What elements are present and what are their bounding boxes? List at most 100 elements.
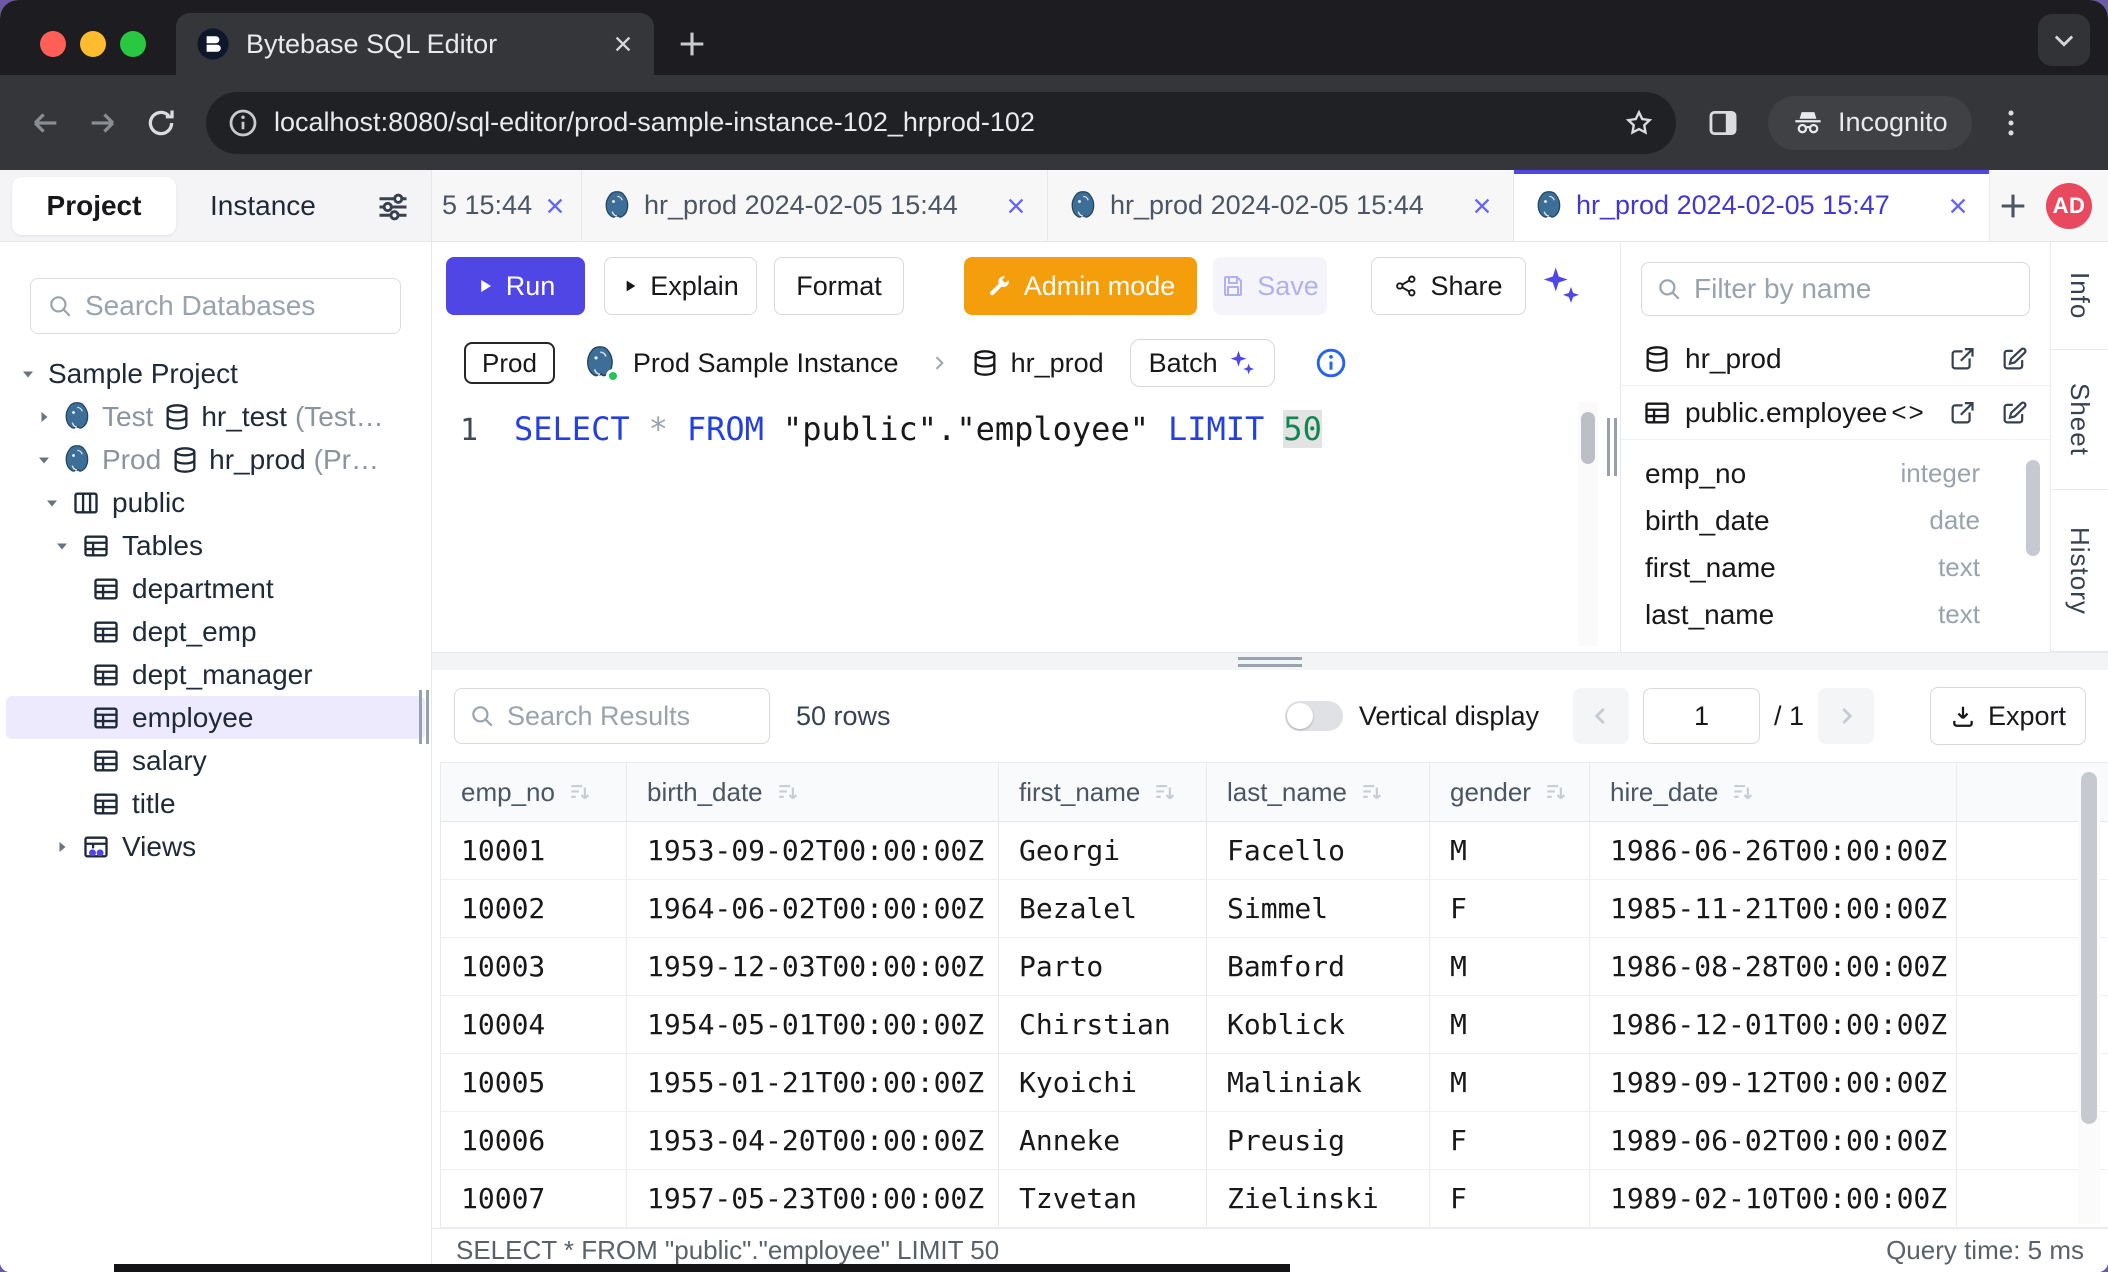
open-external-icon[interactable] <box>1948 345 1976 373</box>
close-tab-icon[interactable] <box>1471 195 1493 217</box>
tab-project[interactable]: Project <box>12 177 176 235</box>
sql-code-editor[interactable]: 1 SELECT*FROM"public"."employee"LIMIT50 <box>432 396 1604 652</box>
results-resize-handle[interactable] <box>1238 657 1302 671</box>
batch-button[interactable]: Batch <box>1130 339 1275 387</box>
side-panel-icon[interactable] <box>1706 106 1740 140</box>
tree-item-table-dept-manager[interactable]: dept_manager <box>0 653 431 696</box>
open-external-icon[interactable] <box>1948 399 1976 427</box>
zoom-window-button[interactable] <box>120 31 146 57</box>
editor-tab-3[interactable]: hr_prod 2024-02-05 15:44 <box>1048 170 1514 241</box>
tree-item-db-hr-prod[interactable]: Prod hr_prod (Pr… <box>0 438 431 481</box>
table-row-header[interactable]: public.employee <> <box>1621 386 2050 440</box>
table-cell[interactable]: Facello <box>1207 822 1430 879</box>
table-cell[interactable]: 10004 <box>441 996 627 1053</box>
tree-item-table-title[interactable]: title <box>0 782 431 825</box>
database-name[interactable]: hr_prod <box>1011 348 1104 379</box>
tab-search-button[interactable] <box>2038 14 2090 66</box>
tree-item-table-salary[interactable]: salary <box>0 739 431 782</box>
column-item[interactable]: first_name text <box>1621 544 2050 591</box>
table-cell[interactable]: 1953-09-02T00:00:00Z <box>627 822 999 879</box>
site-info-icon[interactable] <box>228 108 258 138</box>
table-cell[interactable]: F <box>1430 1170 1590 1227</box>
sort-icon[interactable] <box>1543 779 1569 805</box>
run-button[interactable]: Run <box>446 257 585 315</box>
table-cell[interactable]: 10003 <box>441 938 627 995</box>
table-cell[interactable]: M <box>1430 938 1590 995</box>
table-cell[interactable]: 10006 <box>441 1112 627 1169</box>
table-cell[interactable]: Anneke <box>999 1112 1207 1169</box>
editor-tab-2[interactable]: hr_prod 2024-02-05 15:44 <box>582 170 1048 241</box>
panel-resize-handle[interactable] <box>1607 418 1617 476</box>
table-cell[interactable]: 1986-12-01T00:00:00Z <box>1590 996 1957 1053</box>
column-header-first-name[interactable]: first_name <box>999 763 1207 821</box>
editor-tab-1[interactable]: 5 15:44 <box>432 170 582 241</box>
table-cell[interactable]: Bamford <box>1207 938 1430 995</box>
tree-item-table-employee-selected[interactable]: employee <box>6 696 425 739</box>
new-tab-button[interactable] <box>668 20 716 68</box>
table-cell[interactable]: Koblick <box>1207 996 1430 1053</box>
editor-tab-4-active[interactable]: hr_prod 2024-02-05 15:47 <box>1514 170 1990 241</box>
table-cell[interactable]: 1953-04-20T00:00:00Z <box>627 1112 999 1169</box>
table-cell[interactable]: 1964-06-02T00:00:00Z <box>627 880 999 937</box>
bookmark-star-icon[interactable] <box>1624 108 1654 138</box>
panel-resize-divider[interactable] <box>1604 242 1620 652</box>
close-window-button[interactable] <box>40 31 66 57</box>
column-header-birth-date[interactable]: birth_date <box>627 763 999 821</box>
column-item[interactable]: last_name text <box>1621 591 2050 638</box>
results-resize-divider[interactable] <box>432 652 2108 670</box>
table-cell[interactable]: 1985-11-21T00:00:00Z <box>1590 880 1957 937</box>
table-cell[interactable]: Kyoichi <box>999 1054 1207 1111</box>
explain-button[interactable]: Explain <box>604 257 757 315</box>
table-cell[interactable]: M <box>1430 822 1590 879</box>
table-cell[interactable]: 10001 <box>441 822 627 879</box>
browser-menu-icon[interactable] <box>1994 106 2028 140</box>
caret-down-icon[interactable] <box>20 366 36 382</box>
previous-page-button[interactable] <box>1573 688 1629 744</box>
caret-right-icon[interactable] <box>54 839 70 855</box>
sort-icon[interactable] <box>567 779 593 805</box>
column-header-emp-no[interactable]: emp_no <box>441 763 627 821</box>
edit-icon[interactable] <box>2000 345 2028 373</box>
table-cell[interactable]: F <box>1430 880 1590 937</box>
tree-item-project[interactable]: Sample Project <box>0 352 431 395</box>
tree-item-schema-public[interactable]: public <box>0 481 431 524</box>
tree-item-table-department[interactable]: department <box>0 567 431 610</box>
filter-settings-icon[interactable] <box>375 189 411 225</box>
table-cell[interactable]: Simmel <box>1207 880 1430 937</box>
editor-scrollbar-thumb[interactable] <box>1581 412 1595 464</box>
close-tab-icon[interactable] <box>1005 195 1027 217</box>
sidebar-resize-handle[interactable] <box>419 690 429 744</box>
sort-icon[interactable] <box>775 779 801 805</box>
browser-tab[interactable]: Bytebase SQL Editor <box>176 13 654 75</box>
ai-sparkle-icon[interactable] <box>1540 265 1582 307</box>
table-cell[interactable]: Chirstian <box>999 996 1207 1053</box>
database-row[interactable]: hr_prod <box>1621 332 2050 386</box>
table-cell[interactable]: 1986-08-28T00:00:00Z <box>1590 938 1957 995</box>
rail-tab-history[interactable]: History <box>2051 490 2108 652</box>
tree-item-table-dept-emp[interactable]: dept_emp <box>0 610 431 653</box>
table-cell[interactable]: M <box>1430 1054 1590 1111</box>
url-bar[interactable]: localhost:8080/sql-editor/prod-sample-in… <box>206 92 1676 154</box>
tree-item-tables-group[interactable]: Tables <box>0 524 431 567</box>
page-number-input[interactable] <box>1643 688 1760 744</box>
table-cell[interactable]: Tzvetan <box>999 1170 1207 1227</box>
table-cell[interactable]: 1955-01-21T00:00:00Z <box>627 1054 999 1111</box>
scrollbar-thumb[interactable] <box>2026 460 2040 556</box>
rail-tab-info[interactable]: Info <box>2051 242 2108 350</box>
close-tab-icon[interactable] <box>612 33 634 55</box>
edit-icon[interactable] <box>2000 399 2028 427</box>
search-databases-input[interactable] <box>85 290 384 322</box>
filter-by-name-input[interactable] <box>1694 273 2015 305</box>
column-item[interactable]: birth_date date <box>1621 497 2050 544</box>
reload-icon[interactable] <box>144 106 178 140</box>
save-button-disabled[interactable]: Save <box>1213 257 1327 315</box>
tree-item-views-group[interactable]: Views <box>0 825 431 868</box>
table-cell[interactable]: 1954-05-01T00:00:00Z <box>627 996 999 1053</box>
sort-icon[interactable] <box>1730 779 1756 805</box>
table-cell[interactable]: Georgi <box>999 822 1207 879</box>
table-cell[interactable]: 1986-06-26T00:00:00Z <box>1590 822 1957 879</box>
table-cell[interactable]: F <box>1430 1112 1590 1169</box>
next-page-button[interactable] <box>1818 688 1874 744</box>
table-cell[interactable]: Parto <box>999 938 1207 995</box>
format-button[interactable]: Format <box>774 257 904 315</box>
